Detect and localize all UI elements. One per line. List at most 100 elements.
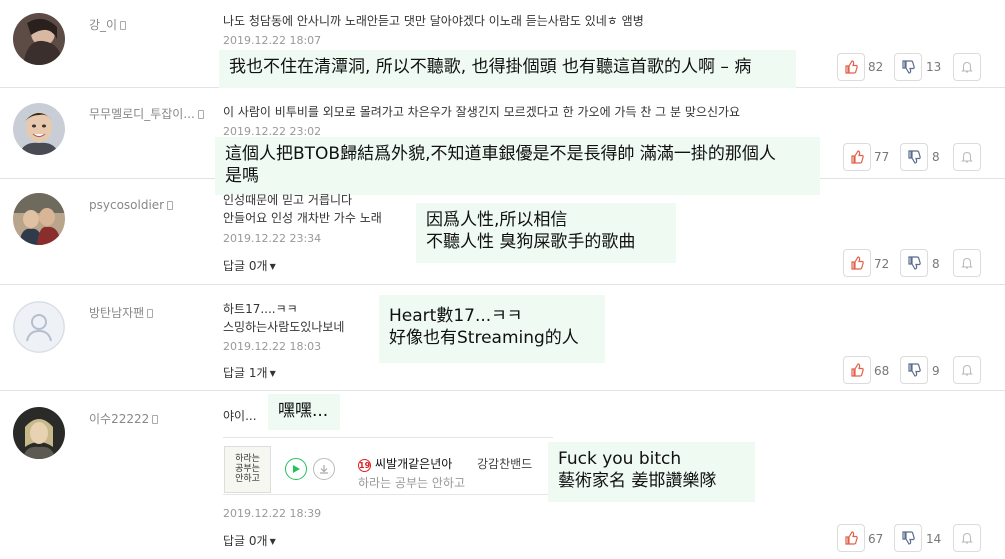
- bell-icon: [961, 61, 973, 73]
- dislike-count: 8: [932, 150, 940, 164]
- comment-date: 2019.12.22 23:34: [223, 232, 322, 245]
- comment-text: 나도 청담동에 안사니까 노래안듣고 댓만 달아야겠다 이노래 듣는사람도 있네…: [223, 12, 644, 30]
- translation-overlay: Heart數17...ㅋㅋ 好像也有Streaming的人: [379, 295, 605, 363]
- comment-text: 하트17....ㅋㅋ 스밍하는사람도있나보네: [223, 300, 344, 336]
- dislike-button[interactable]: [900, 356, 928, 384]
- translation-line: 這個人把BTOB歸結爲外貌,不知道車銀優是不是長得帥 滿滿一掛的那個人: [225, 144, 776, 164]
- album-cover-text: 하라는 공부는 안하고: [235, 454, 260, 484]
- comment-line: 안들어요 인성 개차반 가수 노래: [223, 211, 382, 225]
- username[interactable]: 무무멜로디_투잡이...: [89, 105, 204, 122]
- thumbs-up-icon: [845, 60, 858, 74]
- dislike-button[interactable]: [900, 249, 928, 277]
- comment-date: 2019.12.22 18:07: [223, 34, 322, 47]
- comment-date: 2019.12.22 18:03: [223, 340, 322, 353]
- caret-down-icon: ▼: [269, 369, 276, 378]
- thumbs-down-icon: [902, 531, 915, 545]
- song-artist[interactable]: 강감찬밴드: [477, 455, 532, 472]
- mobile-icon: [147, 309, 154, 318]
- translation-line: 好像也有Streaming的人: [389, 328, 579, 348]
- like-button[interactable]: [837, 524, 865, 552]
- translation-overlay: 我也不住在清潭洞, 所以不聽歌, 也得掛個頭 也有聽這首歌的人啊 – 病: [219, 50, 796, 88]
- bell-icon: [961, 257, 973, 269]
- translation-line: Fuck you bitch: [558, 449, 682, 469]
- comment-line: 인성때문에 믿고 거릅니다: [223, 193, 353, 207]
- thumbs-down-icon: [908, 256, 921, 270]
- comment-line: 스밍하는사람도있나보네: [223, 320, 345, 334]
- thumbs-up-icon: [845, 531, 858, 545]
- comment-date: 2019.12.22 18:39: [223, 507, 322, 520]
- avatar[interactable]: [13, 407, 65, 459]
- comment-line: 야이...: [223, 409, 257, 423]
- report-button[interactable]: [953, 356, 981, 384]
- report-button[interactable]: [953, 143, 981, 171]
- like-button[interactable]: [837, 53, 865, 81]
- caret-down-icon: ▼: [269, 262, 276, 271]
- report-button[interactable]: [953, 53, 981, 81]
- play-button[interactable]: [285, 458, 307, 480]
- translation-overlay: Fuck you bitch 藝術家名 姜邯讚樂隊: [548, 442, 755, 502]
- like-count: 68: [874, 364, 890, 378]
- comment-item: 방탄남자팬 하트17....ㅋㅋ 스밍하는사람도있나보네 2019.12.22 …: [0, 285, 1005, 391]
- username[interactable]: 강_이: [89, 16, 127, 33]
- avatar[interactable]: [13, 13, 65, 65]
- like-count: 82: [868, 60, 884, 74]
- like-count: 77: [874, 150, 890, 164]
- like-button[interactable]: [843, 143, 871, 171]
- caret-down-icon: ▼: [269, 537, 276, 546]
- avatar[interactable]: [13, 103, 65, 155]
- comment-line: 하트17....ㅋㅋ: [223, 302, 298, 316]
- thumbs-up-icon: [851, 363, 864, 377]
- comment-text: 야이...: [223, 407, 257, 425]
- comment-text: 인성때문에 믿고 거릅니다 안들어요 인성 개차반 가수 노래: [223, 191, 382, 227]
- thumbs-down-icon: [908, 150, 921, 164]
- report-button[interactable]: [953, 524, 981, 552]
- translation-line: 因爲人性,所以相信: [426, 210, 568, 230]
- comment-item: 무무멜로디_투잡이... 이 사람이 비투비를 외모로 몰려가고 차은우가 잘생…: [0, 88, 1005, 195]
- mobile-icon: [120, 21, 127, 30]
- dislike-button[interactable]: [894, 524, 922, 552]
- avatar[interactable]: [13, 193, 65, 245]
- report-button[interactable]: [953, 249, 981, 277]
- thumbs-down-icon: [902, 60, 915, 74]
- bell-icon: [961, 151, 973, 163]
- bell-icon: [961, 532, 973, 544]
- song-title[interactable]: 19 씨발개같은년아: [358, 455, 452, 472]
- like-button[interactable]: [843, 356, 871, 384]
- mobile-icon: [167, 201, 174, 210]
- avatar[interactable]: [13, 301, 65, 353]
- translation-overlay: 因爲人性,所以相信 不聽人性 臭狗屎歌手的歌曲: [416, 203, 676, 263]
- age-restriction-badge: 19: [358, 459, 371, 472]
- download-icon: [320, 465, 328, 474]
- mobile-icon: [197, 110, 204, 119]
- like-count: 72: [874, 257, 890, 271]
- username[interactable]: 이수22222: [89, 410, 159, 427]
- translation-line: 不聽人性 臭狗屎歌手的歌曲: [426, 232, 636, 252]
- bell-icon: [961, 364, 973, 376]
- like-button[interactable]: [843, 249, 871, 277]
- username[interactable]: psycosoldier: [89, 198, 174, 212]
- dislike-button[interactable]: [894, 53, 922, 81]
- replies-toggle[interactable]: 답글 0개 ▼: [223, 532, 276, 549]
- replies-toggle[interactable]: 답글 0개 ▼: [223, 257, 276, 274]
- translation-line: Heart數17...ㅋㅋ: [389, 306, 523, 326]
- play-icon: [293, 465, 300, 473]
- translation-overlay: 嘿嘿...: [268, 394, 340, 430]
- dislike-count: 14: [926, 532, 942, 546]
- dislike-count: 8: [932, 257, 940, 271]
- dislike-button[interactable]: [900, 143, 928, 171]
- comment-text: 이 사람이 비투비를 외모로 몰려가고 차은우가 잘생긴지 모르겠다고 한 가오…: [223, 103, 740, 121]
- download-button[interactable]: [313, 458, 335, 480]
- replies-toggle[interactable]: 답글 1개 ▼: [223, 364, 276, 381]
- comment-line: 나도 청담동에 안사니까 노래안듣고 댓만 달아야겠다 이노래 듣는사람도 있네…: [223, 14, 644, 28]
- comment-line: 이 사람이 비투비를 외모로 몰려가고 차은우가 잘생긴지 모르겠다고 한 가오…: [223, 105, 741, 119]
- translation-line: 藝術家名 姜邯讚樂隊: [558, 471, 717, 491]
- dislike-count: 13: [926, 60, 942, 74]
- music-card[interactable]: 하라는 공부는 안하고 19 씨발개같은년아 강감찬밴드 하라는 공부는 안하고: [223, 437, 553, 495]
- song-lyric: 하라는 공부는 안하고: [358, 476, 465, 490]
- thumbs-down-icon: [908, 363, 921, 377]
- comment-item: psycosoldier 인성때문에 믿고 거릅니다 안들어요 인성 개차반 가…: [0, 179, 1005, 285]
- thumbs-up-icon: [851, 150, 864, 164]
- album-cover[interactable]: 하라는 공부는 안하고: [224, 446, 271, 493]
- username[interactable]: 방탄남자팬: [89, 304, 154, 321]
- comment-item: 강_이 나도 청담동에 안사니까 노래안듣고 댓만 달아야겠다 이노래 듣는사람…: [0, 0, 1005, 88]
